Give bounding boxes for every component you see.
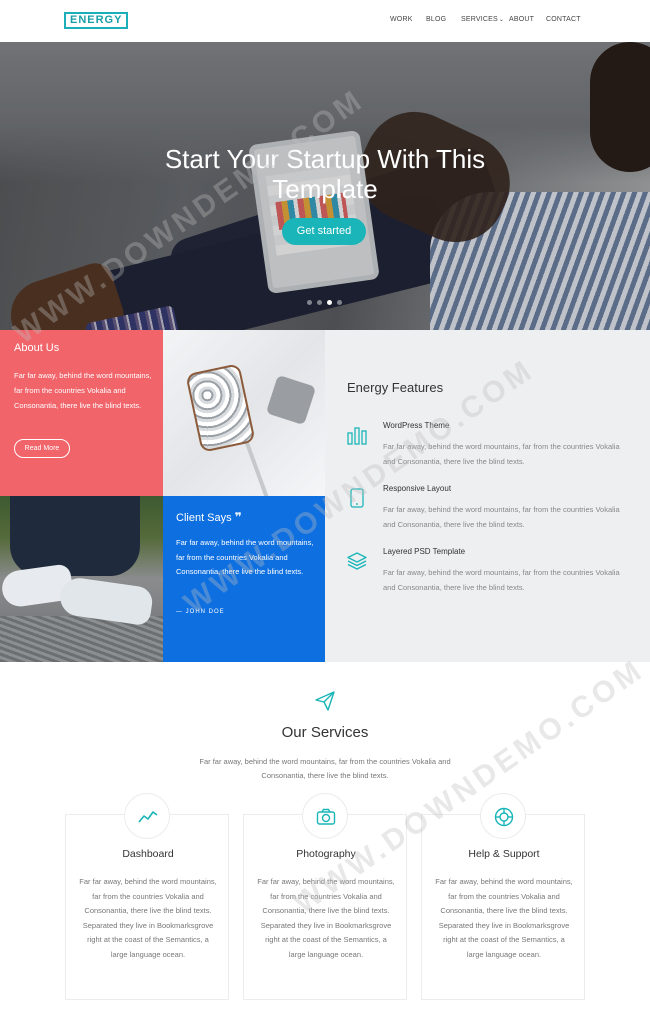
camera-icon <box>316 808 336 825</box>
feature-text: Far far away, behind the word mountains,… <box>383 568 620 592</box>
client-title: Client Says ❞ <box>176 510 242 524</box>
nav-work[interactable]: WORK <box>390 16 413 23</box>
lifebuoy-icon <box>494 807 514 827</box>
main-nav: WORK BLOG SERVICES⌄ ABOUT CONTACT <box>0 16 650 28</box>
nav-contact[interactable]: CONTACT <box>546 16 581 23</box>
line-chart-icon <box>138 811 158 823</box>
slider-dots <box>307 300 347 306</box>
service-card-title: Dashboard <box>122 848 174 860</box>
service-icon-circle <box>124 793 170 839</box>
client-title-label: Client Says <box>176 512 232 524</box>
bar-chart-icon <box>347 427 367 445</box>
slider-dot-1[interactable] <box>307 300 312 305</box>
service-card-title: Help & Support <box>468 848 540 860</box>
read-more-button[interactable]: Read More <box>14 439 70 458</box>
slider-dot-4[interactable] <box>337 300 342 305</box>
nav-blog[interactable]: BLOG <box>426 16 446 23</box>
feature-text: Far far away, behind the word mountains,… <box>383 442 620 466</box>
service-card-help-support: Help & Support Far far away, behind the … <box>421 793 585 1000</box>
service-card-dashboard: Dashboard Far far away, behind the word … <box>65 793 229 1000</box>
quote-icon: ❞ <box>234 510 242 524</box>
about-us-block: About Us Far far away, behind the word m… <box>0 330 163 496</box>
paper-plane-icon <box>315 691 335 711</box>
mobile-icon <box>350 488 364 508</box>
nav-about[interactable]: ABOUT <box>509 16 534 23</box>
layers-icon <box>347 552 367 570</box>
service-card-text: Far far away, behind the word mountains,… <box>79 877 217 959</box>
client-quote: Far far away, behind the word mountains,… <box>176 538 314 576</box>
feature-title: WordPress Theme <box>383 421 450 430</box>
client-says-block: Client Says ❞ Far far away, behind the w… <box>163 496 325 662</box>
energy-features: Energy Features WordPress Theme Far far … <box>325 330 650 662</box>
nav-services[interactable]: SERVICES⌄ <box>461 16 504 23</box>
nav-services-label: SERVICES <box>461 16 498 23</box>
services-title: Our Services <box>281 724 369 741</box>
service-card-title: Photography <box>296 848 356 860</box>
backpack-photo <box>163 330 325 496</box>
get-started-button[interactable]: Get started <box>282 218 366 245</box>
service-icon-circle <box>480 793 526 839</box>
features-title: Energy Features <box>347 380 444 395</box>
slider-dot-2[interactable] <box>317 300 322 305</box>
about-title: About Us <box>14 342 60 354</box>
service-card-text: Far far away, behind the word mountains,… <box>435 877 573 959</box>
about-text: Far far away, behind the word mountains,… <box>14 371 152 410</box>
feature-title: Responsive Layout <box>383 484 452 493</box>
service-card-photography: Photography Far far away, behind the wor… <box>243 793 407 1000</box>
hero-banner: Start Your Startup With This Template Ge… <box>0 42 650 330</box>
sneakers-photo <box>0 496 163 662</box>
client-author: — JOHN DOE <box>176 609 225 615</box>
feature-title: Layered PSD Template <box>383 547 466 556</box>
service-icon-circle <box>302 793 348 839</box>
chevron-down-icon: ⌄ <box>498 17 505 23</box>
service-card-text: Far far away, behind the word mountains,… <box>257 877 395 959</box>
site-header: ENERGY WORK BLOG SERVICES⌄ ABOUT CONTACT <box>0 0 650 42</box>
hero-title: Start Your Startup With This Template <box>164 144 486 204</box>
services-description: Far far away, behind the word mountains,… <box>199 757 451 780</box>
slider-dot-3[interactable] <box>327 300 332 305</box>
feature-text: Far far away, behind the word mountains,… <box>383 505 620 529</box>
